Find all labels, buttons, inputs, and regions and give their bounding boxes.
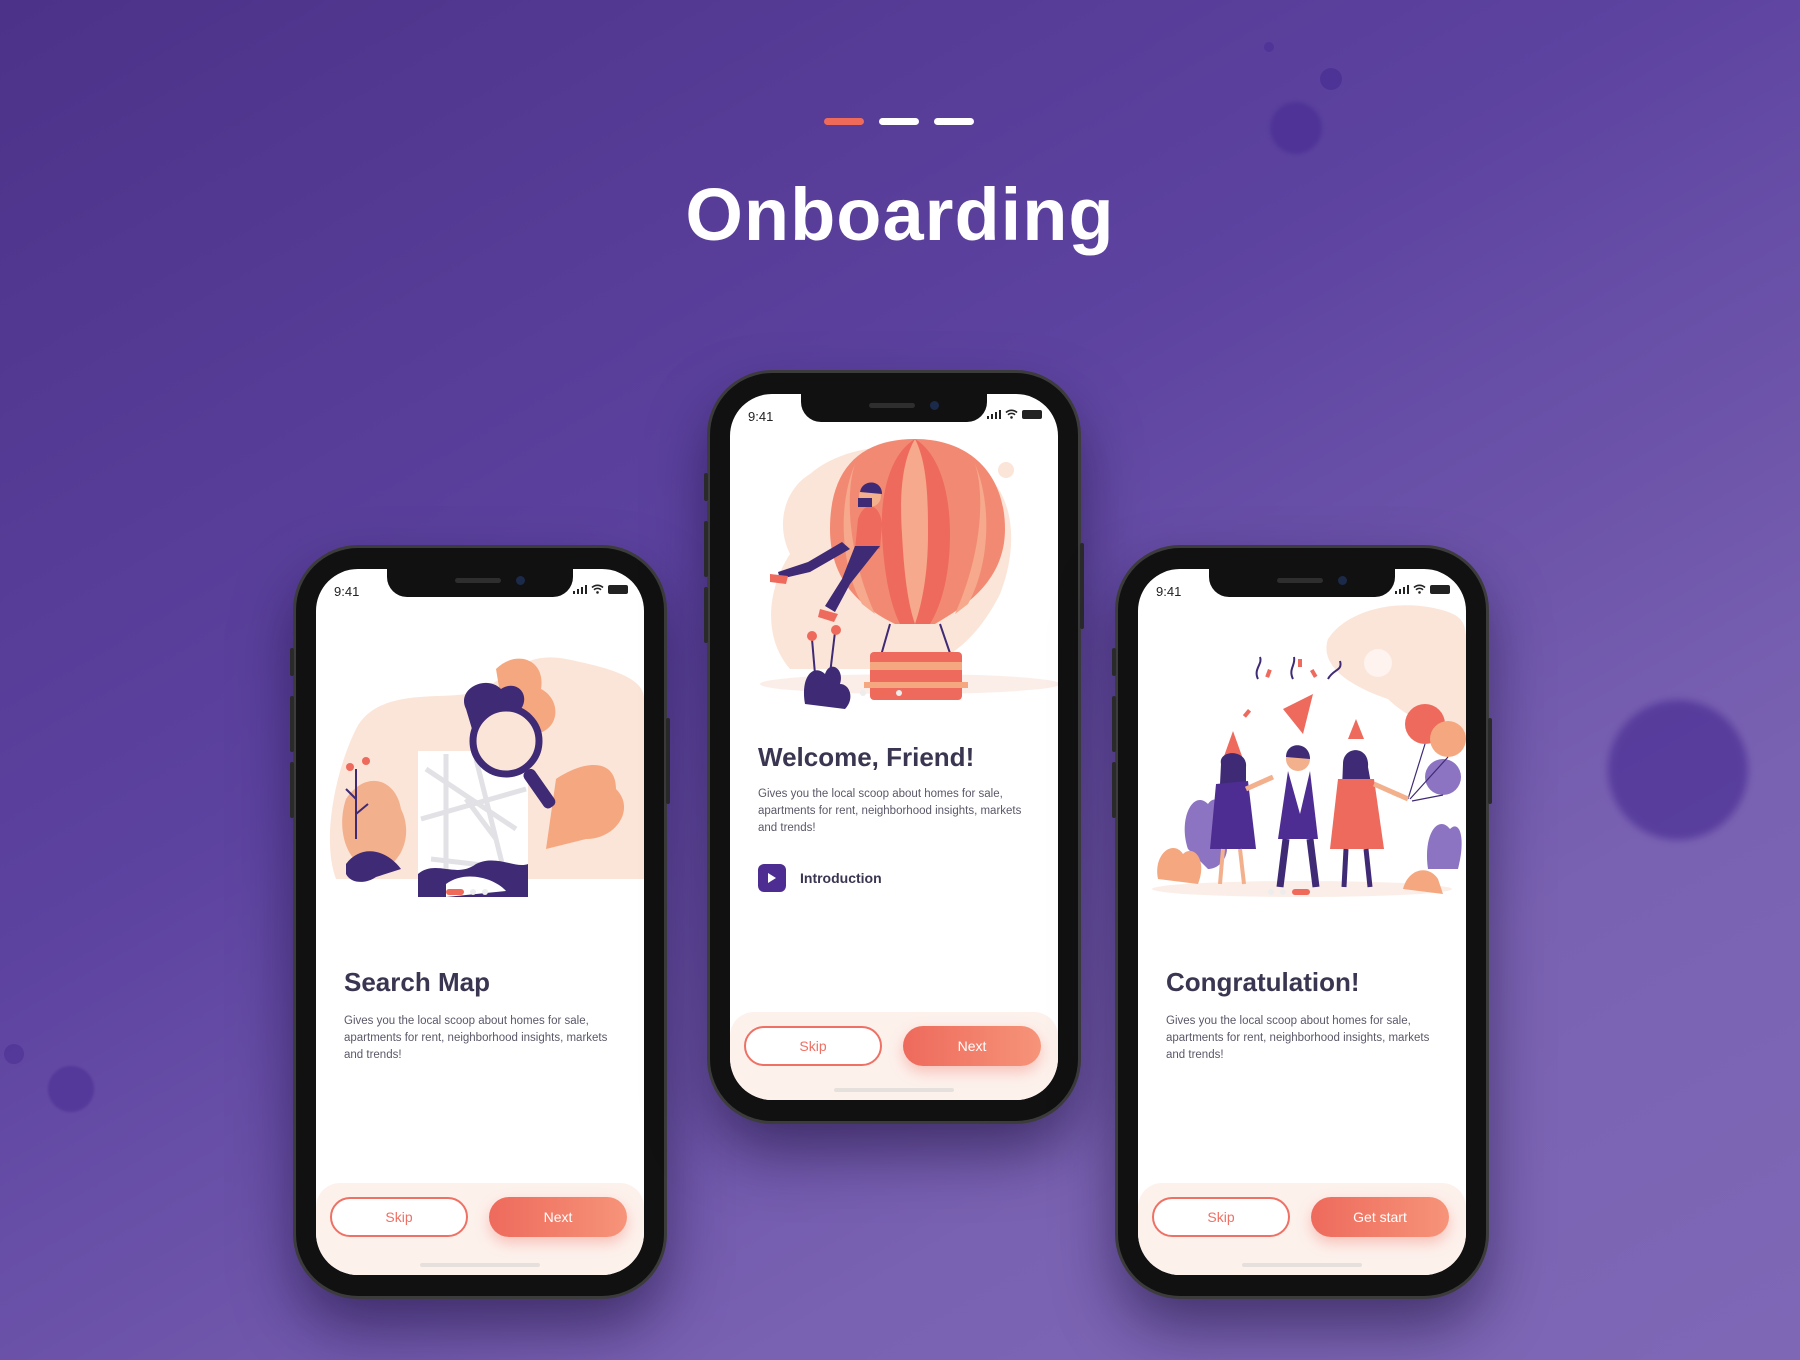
decor-bubble [1320,68,1342,90]
decor-bubble [48,1066,94,1112]
skip-button[interactable]: Skip [330,1197,468,1237]
onboarding-title: Congratulation! [1166,967,1360,997]
phone-mockup-search-map: 9:41 Search Map Gives you the local scoo… [290,548,670,1296]
phone-mockup-welcome: 9:41 Welcome, Friend! Gives you the loca… [704,373,1084,1121]
search-map-illustration [329,657,644,897]
onboarding-title: Search Map [344,967,490,997]
introduction-link[interactable]: Introduction [758,864,882,892]
phone-notch [1209,569,1395,597]
status-icons [1394,584,1450,594]
onboarding-progress-indicator [824,118,974,125]
next-button[interactable]: Next [903,1026,1041,1066]
battery-icon [608,585,628,594]
wifi-icon [1005,409,1018,419]
introduction-label: Introduction [800,870,882,886]
decor-bubble [1270,102,1322,154]
skip-button[interactable]: Skip [744,1026,882,1066]
celebration-illustration [1152,605,1466,897]
screen-welcome: 9:41 Welcome, Friend! Gives you the loca… [730,394,1058,1100]
progress-segment-active [824,118,864,125]
button-footer: Skip Get start [1138,1183,1466,1275]
decor-bubble [1608,700,1748,840]
phone-notch [387,569,573,597]
onboarding-description: Gives you the local scoop about homes fo… [758,788,1022,834]
hot-air-balloon-illustration [760,439,1058,709]
screen-congratulation: 9:41 Congratulation! Gives you the local… [1138,569,1466,1275]
skip-button[interactable]: Skip [1152,1197,1290,1237]
signal-icon [986,410,1001,419]
play-icon[interactable] [758,864,786,892]
page-dots [446,889,488,895]
battery-icon [1022,410,1042,419]
get-start-button[interactable]: Get start [1311,1197,1449,1237]
screen-search-map: 9:41 Search Map Gives you the local scoo… [316,569,644,1275]
signal-icon [572,585,587,594]
status-icons [572,584,628,594]
status-time: 9:41 [748,409,774,424]
onboarding-description: Gives you the local scoop about homes fo… [344,1015,608,1061]
home-indicator [420,1263,540,1267]
onboarding-title: Welcome, Friend! [758,742,975,772]
phone-notch [801,394,987,422]
decor-bubble [4,1044,24,1064]
wifi-icon [591,584,604,594]
phone-mockup-congratulation: 9:41 Congratulation! Gives you the local… [1112,548,1492,1296]
button-footer: Skip Next [316,1183,644,1275]
page-dots [860,690,902,696]
battery-icon [1430,585,1450,594]
progress-segment [934,118,974,125]
next-button[interactable]: Next [489,1197,627,1237]
progress-segment [879,118,919,125]
onboarding-description: Gives you the local scoop about homes fo… [1166,1015,1430,1061]
home-indicator [1242,1263,1362,1267]
status-time: 9:41 [334,584,360,599]
status-time: 9:41 [1156,584,1182,599]
decor-bubble [1264,42,1274,52]
status-icons [986,409,1042,419]
page-title: Onboarding [685,173,1115,256]
home-indicator [834,1088,954,1092]
wifi-icon [1413,584,1426,594]
page-dots [1268,889,1310,895]
signal-icon [1394,585,1409,594]
button-footer: Skip Next [730,1012,1058,1100]
